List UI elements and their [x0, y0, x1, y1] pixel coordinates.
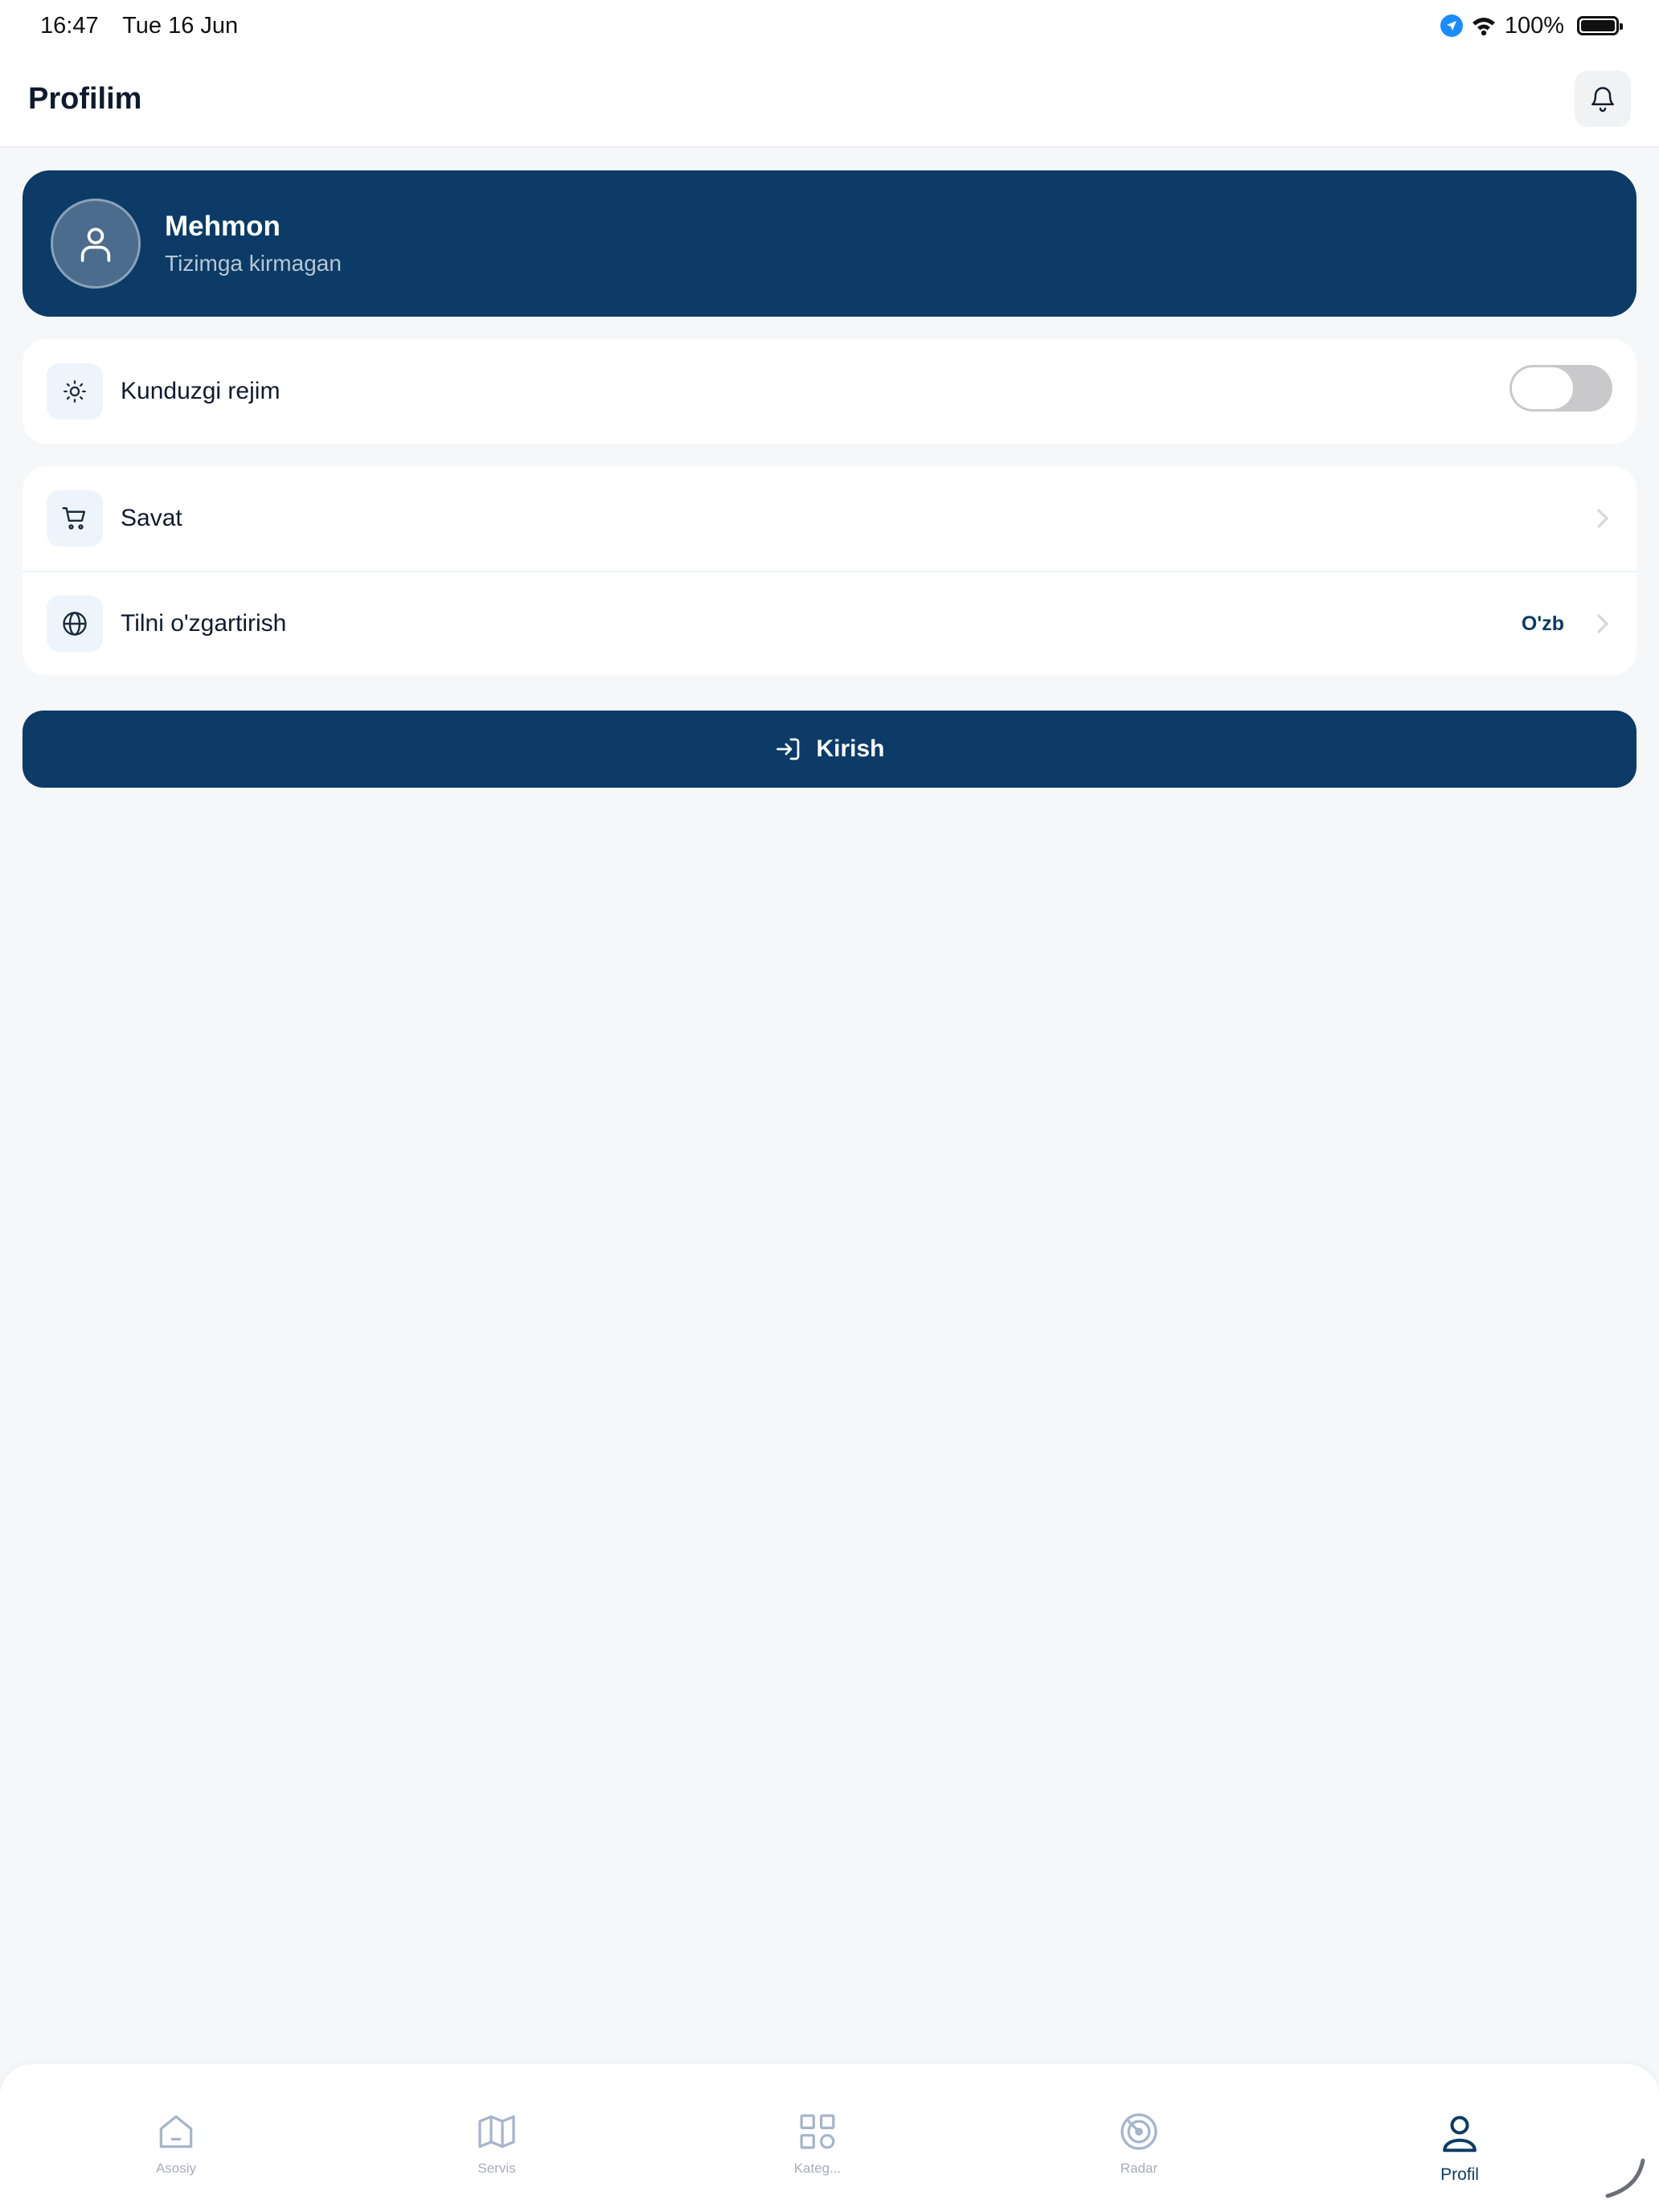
radar-icon [1120, 2113, 1157, 2150]
cart-icon-box [47, 490, 103, 547]
notifications-button[interactable] [1575, 71, 1631, 127]
map-icon [478, 2115, 515, 2149]
language-row[interactable]: Tilni o'zgartirish O'zb [23, 571, 1636, 675]
tab-home[interactable]: Asosiy [96, 2109, 256, 2177]
toggle-knob [1512, 367, 1573, 409]
login-button[interactable]: Kirish [23, 711, 1636, 788]
resize-corner-icon [1605, 2158, 1645, 2198]
avatar [51, 199, 141, 289]
globe-icon [63, 612, 87, 636]
status-right: 100% [1440, 12, 1623, 39]
cart-row[interactable]: Savat [23, 466, 1636, 571]
day-mode-row: Kunduzgi rejim [23, 339, 1636, 444]
day-mode-toggle[interactable] [1509, 365, 1612, 412]
cart-icon [62, 507, 86, 530]
language-value: O'zb [1521, 612, 1564, 635]
tab-radar[interactable]: Radar [1059, 2109, 1219, 2177]
status-left: 16:47 Tue 16 Jun [40, 13, 256, 39]
tab-categories[interactable]: Kateg... [737, 2109, 898, 2177]
profile-card: Mehmon Tizimga kirmagan [23, 170, 1636, 317]
grid-icon [800, 2114, 835, 2149]
profile-text: Mehmon Tizimga kirmagan [165, 211, 342, 276]
login-icon [776, 738, 800, 760]
battery-percent: 100% [1504, 12, 1564, 39]
user-icon [80, 227, 111, 262]
tab-label: Profil [1440, 2165, 1479, 2184]
tab-label: Servis [477, 2161, 516, 2176]
tab-bar: Asosiy Servis Kateg... Radar Profil [0, 2064, 1659, 2212]
wifi-icon [1472, 18, 1495, 36]
cart-label: Savat [121, 505, 182, 531]
location-icon [1440, 14, 1463, 37]
language-label: Tilni o'zgartirish [121, 610, 287, 637]
user-icon [1443, 2116, 1477, 2153]
status-bar: 16:47 Tue 16 Jun 100% [0, 0, 1659, 51]
battery-icon [1577, 16, 1623, 35]
status-time: 16:47 [40, 12, 99, 39]
profile-status: Tizimga kirmagan [165, 251, 342, 276]
chevron-right-icon [1597, 614, 1609, 633]
globe-icon-box [47, 596, 103, 652]
tab-service[interactable]: Servis [416, 2109, 577, 2177]
profile-name: Mehmon [165, 211, 281, 242]
page-header: Profilim [0, 51, 1659, 148]
tab-label: Asosiy [155, 2161, 197, 2176]
bell-icon [1591, 87, 1614, 113]
chevron-right-icon [1597, 509, 1609, 528]
day-mode-label: Kunduzgi rejim [121, 378, 281, 404]
login-label: Kirish [816, 735, 885, 762]
theme-settings-card: Kunduzgi rejim [23, 339, 1636, 444]
menu-card: Savat Tilni o'zgartirish O'zb [23, 466, 1636, 675]
sun-icon-box [47, 363, 103, 420]
status-date: Tue 16 Jun [122, 12, 239, 39]
tab-label: Radar [1120, 2161, 1158, 2176]
tab-label: Kateg... [793, 2161, 842, 2176]
tab-profile[interactable]: Profil [1379, 2109, 1540, 2185]
page-title: Profilim [28, 81, 142, 116]
home-icon [159, 2115, 193, 2149]
sun-icon [63, 380, 86, 403]
